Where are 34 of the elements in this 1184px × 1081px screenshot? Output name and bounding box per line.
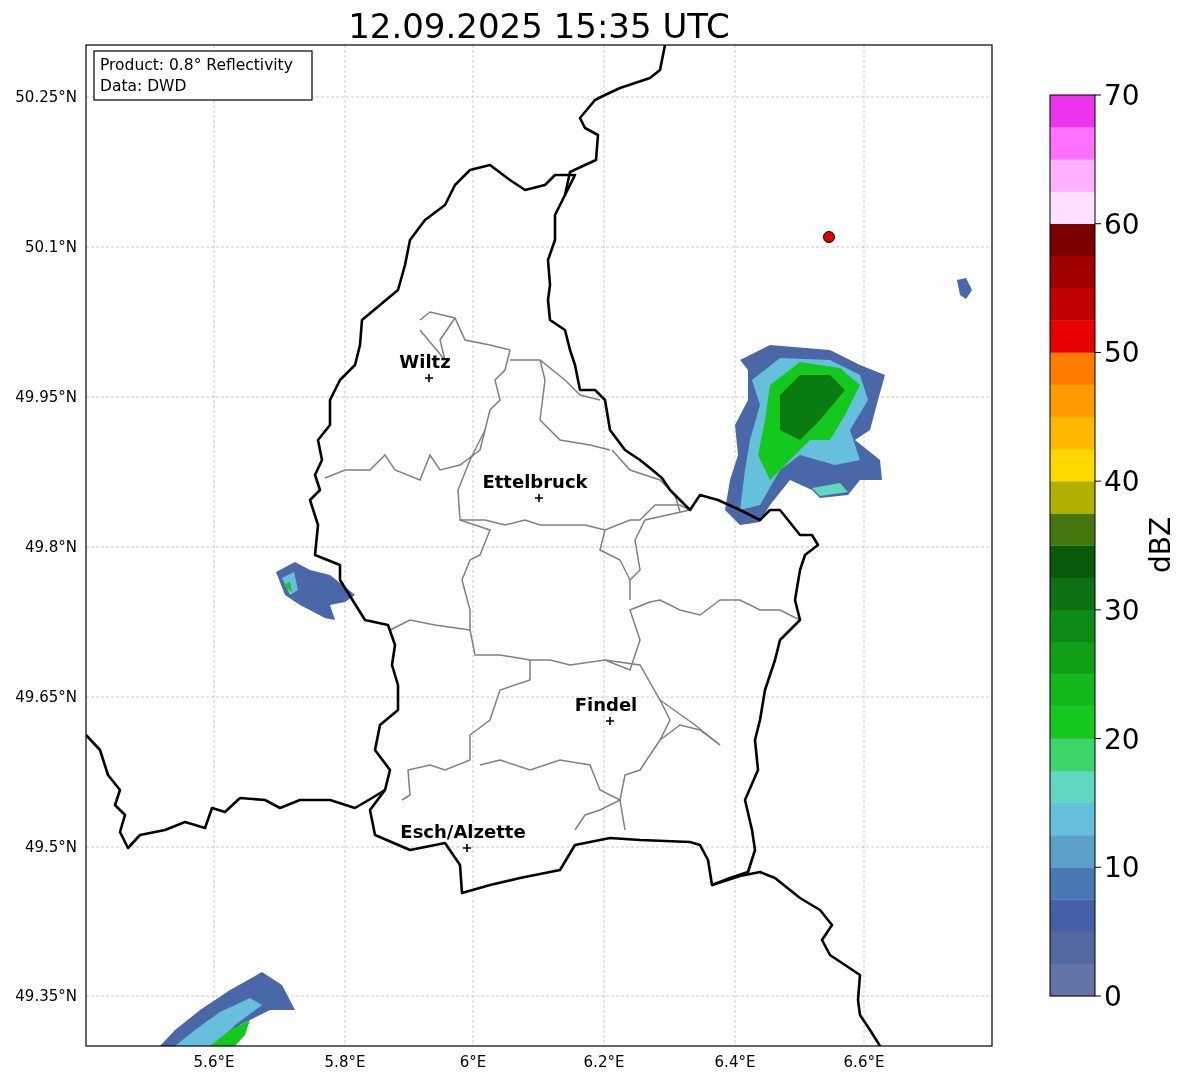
city-marker-icon [605,716,615,726]
latitude-label: 49.8°N [24,538,77,556]
colorbar-tick-label: 60 [1104,207,1140,241]
longitude-label: 6.2°E [583,1053,625,1071]
longitude-label: 6.4°E [714,1053,756,1071]
longitude-label: 6.6°E [843,1053,885,1071]
colorbar-tick-label: 50 [1104,336,1140,370]
longitude-label: 5.8°E [324,1053,366,1071]
latitude-label: 49.5°N [24,838,77,856]
info-text: Data: DWD [100,77,187,95]
latitude-label: 49.95°N [15,388,77,406]
latitude-label: 50.25°N [15,88,77,106]
colorbar-tick-label: 40 [1104,465,1140,499]
city-label: Esch/Alzette [400,821,526,842]
location-dot [823,231,835,243]
longitude-label: 5.6°E [193,1053,235,1071]
colorbar-tick-label: 30 [1104,593,1140,627]
colorbar-tick-label: 20 [1104,722,1140,756]
info-text: Product: 0.8° Reflectivity [100,56,293,74]
city-marker-icon [534,493,544,503]
colorbar-tick-label: 0 [1104,980,1122,1013]
city-label: Wiltz [399,351,451,372]
latitude-label: 49.35°N [15,987,77,1005]
city-marker-icon [462,843,472,853]
longitude-label: 6°E [459,1053,487,1071]
colorbar-tick-label: 10 [1104,851,1140,885]
latitude-label: 49.65°N [15,688,77,706]
latitude-label: 50.1°N [24,238,77,256]
colorbar-label: dBZ [1144,516,1177,574]
city-label: Findel [574,694,638,715]
colorbar-tick-label: 70 [1104,79,1140,112]
chart-title: 12.09.2025 15:35 UTC [348,6,730,46]
city-label: Ettelbruck [482,471,588,492]
city-marker-icon [424,373,434,383]
